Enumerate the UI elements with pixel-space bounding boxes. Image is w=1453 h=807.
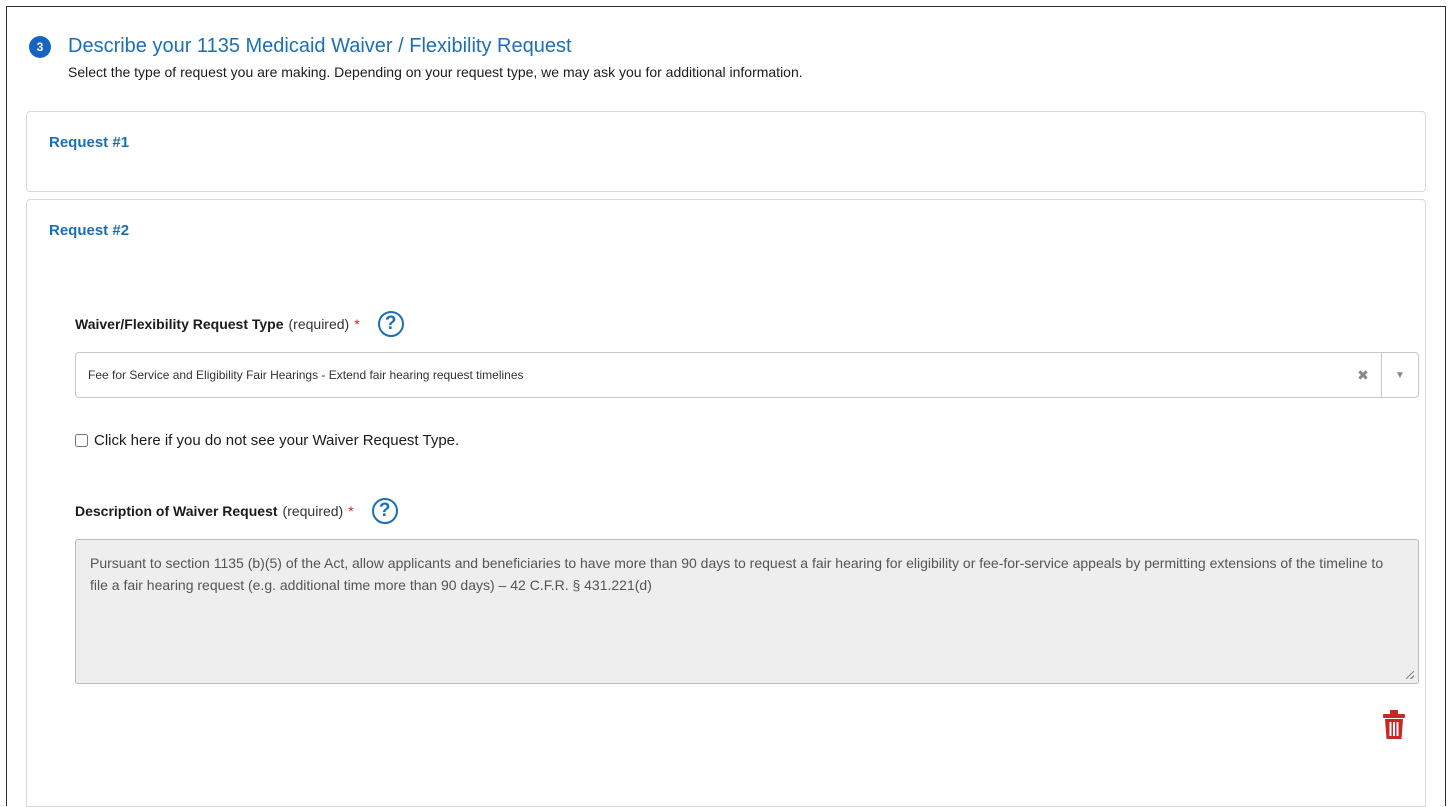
resize-grip-icon[interactable]: [1406, 671, 1414, 679]
question-circle-icon[interactable]: ?: [371, 498, 398, 524]
page-frame: 3 Describe your 1135 Medicaid Waiver / F…: [6, 6, 1446, 807]
trash-icon[interactable]: [1382, 710, 1406, 740]
section-header-text: Describe your 1135 Medicaid Waiver / Fle…: [68, 32, 803, 80]
clear-selection-icon[interactable]: ✖: [1345, 367, 1381, 384]
section-subtitle: Select the type of request you are makin…: [68, 64, 803, 80]
step-number-badge: 3: [29, 36, 51, 58]
request-card-1-title[interactable]: Request #1: [49, 134, 129, 151]
request-type-label: Waiver/Flexibility Request Type (require…: [75, 311, 404, 337]
chevron-down-icon[interactable]: ▼: [1382, 370, 1418, 381]
missing-type-checkbox-label[interactable]: Click here if you do not see your Waiver…: [94, 432, 459, 449]
request-type-required-text: (required): [288, 316, 350, 332]
request-type-required-marker: *: [354, 316, 360, 332]
description-label: Description of Waiver Request (required)…: [75, 498, 398, 524]
request-card-1[interactable]: Request #1: [26, 111, 1426, 192]
missing-type-checkbox[interactable]: [75, 434, 88, 447]
request-type-select[interactable]: Fee for Service and Eligibility Fair Hea…: [75, 352, 1419, 398]
description-required-text: (required): [282, 503, 344, 519]
missing-type-checkbox-row[interactable]: Click here if you do not see your Waiver…: [75, 432, 459, 449]
section-header: 3 Describe your 1135 Medicaid Waiver / F…: [29, 32, 803, 80]
description-text: Pursuant to section 1135 (b)(5) of the A…: [90, 555, 1384, 593]
request-type-label-text: Waiver/Flexibility Request Type: [75, 316, 284, 332]
description-textarea[interactable]: Pursuant to section 1135 (b)(5) of the A…: [75, 539, 1419, 684]
description-label-text: Description of Waiver Request: [75, 503, 278, 519]
request-type-selected-value[interactable]: Fee for Service and Eligibility Fair Hea…: [76, 368, 1345, 382]
section-title: Describe your 1135 Medicaid Waiver / Fle…: [68, 35, 572, 57]
question-circle-icon[interactable]: ?: [377, 311, 404, 337]
request-card-2: Request #2 Waiver/Flexibility Request Ty…: [26, 199, 1426, 807]
description-required-marker: *: [348, 503, 354, 519]
request-card-2-title[interactable]: Request #2: [49, 222, 129, 239]
